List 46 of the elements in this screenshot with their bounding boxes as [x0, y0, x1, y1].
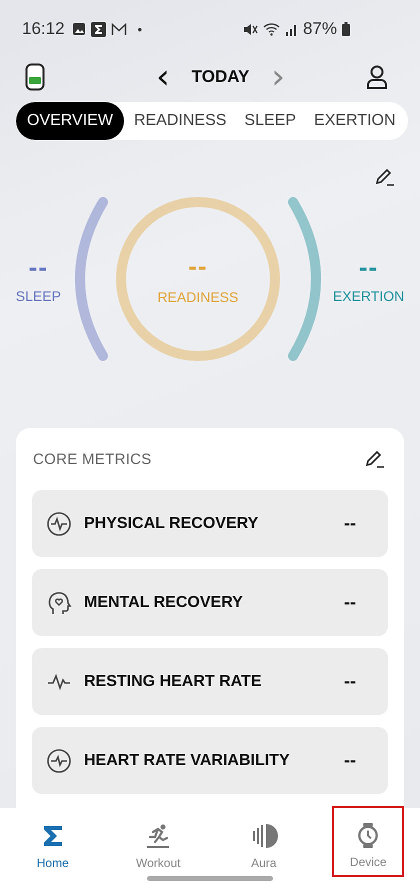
head-heart-icon [46, 590, 72, 616]
wifi-icon [262, 22, 280, 36]
score-value: -- [28, 254, 48, 280]
pulse-icon [46, 510, 72, 536]
sigma-icon [90, 22, 106, 36]
signal-icon [284, 22, 298, 36]
nav-tab[interactable]: Workout [123, 816, 194, 876]
edit-icon[interactable] [364, 448, 386, 470]
notification-dot: • [138, 22, 142, 36]
score-label: READINESS [157, 289, 238, 305]
metric-label: MENTAL RECOVERY [84, 594, 244, 612]
pulse-icon [46, 748, 72, 774]
metric-value: -- [344, 750, 356, 771]
date-title: TODAY [192, 67, 250, 87]
profile-icon[interactable] [366, 65, 388, 89]
metric-label: RESTING HEART RATE [84, 672, 262, 690]
tab[interactable]: EXERTION [306, 102, 404, 140]
nav-tab[interactable]: Aura [228, 816, 299, 876]
nav-tab[interactable]: Home [18, 816, 88, 876]
battery-icon [342, 22, 350, 36]
clock-time: 16:12 [22, 19, 65, 39]
metric-row[interactable]: RESTING HEART RATE -- [32, 648, 388, 715]
score-value: -- [188, 253, 208, 279]
metric-value: -- [344, 592, 356, 613]
mute-icon [242, 22, 258, 36]
metric-label: HEART RATE VARIABILITY [84, 752, 291, 770]
metric-row[interactable]: MENTAL RECOVERY -- [32, 569, 388, 636]
metric-value: -- [344, 671, 356, 692]
metric-value: -- [344, 513, 356, 534]
tab[interactable]: SLEEP [236, 102, 304, 140]
score-label: EXERTION [332, 288, 404, 304]
section-title: CORE METRICS [33, 450, 152, 468]
nav-tab[interactable]: Device [334, 808, 402, 875]
tab[interactable]: READINESS [126, 102, 234, 140]
metric-row[interactable]: PHYSICAL RECOVERY -- [32, 490, 388, 557]
previous-day-button[interactable]: ‹ [152, 62, 174, 92]
mail-icon [110, 22, 127, 36]
metric-label: PHYSICAL RECOVERY [84, 514, 260, 532]
edit-icon[interactable] [374, 166, 396, 188]
watch-battery-icon[interactable] [25, 63, 45, 91]
battery-percent: 87% [302, 19, 337, 39]
metric-row[interactable]: HEART RATE VARIABILITY -- [32, 727, 388, 794]
tab[interactable]: OVERVIEW [16, 102, 124, 140]
score-label: SLEEP [16, 288, 61, 304]
score-value: -- [358, 254, 378, 280]
gallery-icon [72, 22, 86, 36]
